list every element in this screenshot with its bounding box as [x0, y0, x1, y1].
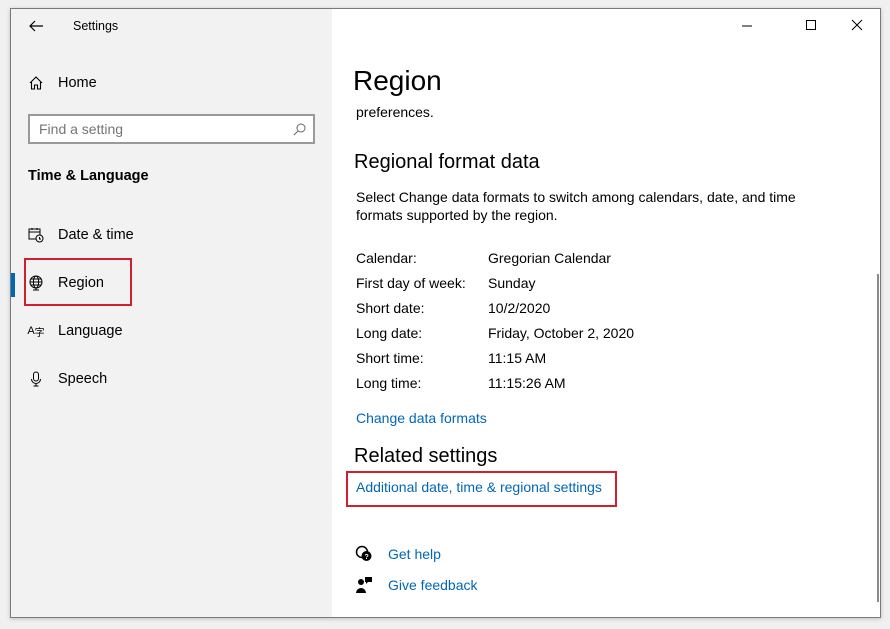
- sidebar-item-date-time[interactable]: Date & time: [11, 215, 332, 255]
- feedback-icon: [355, 576, 373, 599]
- get-help-link[interactable]: Get help: [388, 546, 441, 562]
- row-label: Short date:: [356, 300, 425, 316]
- row-label: First day of week:: [356, 275, 466, 291]
- scrollbar-thumb[interactable]: [877, 274, 879, 602]
- row-value: 10/2/2020: [488, 300, 551, 316]
- related-heading: Related settings: [354, 445, 498, 467]
- format-row: Short date: 10/2/2020: [356, 300, 550, 316]
- minimize-button[interactable]: [724, 9, 770, 41]
- search-input[interactable]: [30, 116, 280, 142]
- microphone-icon: [28, 371, 44, 387]
- close-button[interactable]: [834, 9, 880, 41]
- row-value: Gregorian Calendar: [488, 250, 611, 266]
- row-label: Short time:: [356, 350, 424, 366]
- maximize-icon: [806, 20, 816, 30]
- section-title: Time & Language: [28, 168, 149, 184]
- maximize-button[interactable]: [788, 9, 834, 41]
- format-row: Long time: 11:15:26 AM: [356, 375, 566, 391]
- get-help-icon: ?: [355, 545, 373, 568]
- language-icon: A字: [27, 325, 45, 339]
- row-value: Friday, October 2, 2020: [488, 325, 635, 341]
- page-title: Region: [353, 65, 442, 96]
- close-icon: [851, 19, 863, 31]
- format-row: Short time: 11:15 AM: [356, 350, 546, 366]
- sidebar-item-language[interactable]: A字 Language: [11, 311, 332, 351]
- sidebar-item-speech[interactable]: Speech: [11, 359, 332, 399]
- row-value: 11:15:26 AM: [488, 375, 566, 391]
- row-label: Long date:: [356, 325, 423, 341]
- settings-window: Settings Home Time & Language Date & tim…: [10, 8, 881, 618]
- sidebar-item-label: Home: [58, 75, 97, 91]
- region-highlight-box: [24, 258, 132, 306]
- format-heading: Regional format data: [354, 151, 540, 173]
- related-link-highlight-box: [346, 471, 617, 507]
- change-data-formats-link[interactable]: Change data formats: [356, 410, 487, 426]
- minimize-icon: [742, 25, 752, 27]
- back-button[interactable]: [25, 15, 47, 37]
- row-label: Calendar:: [356, 250, 417, 266]
- content-pane: Region preferences. Regional format data…: [332, 9, 880, 617]
- sidebar-item-label: Date & time: [58, 227, 134, 243]
- sidebar-item-label: Language: [58, 323, 123, 339]
- back-arrow-icon: [29, 20, 43, 32]
- row-label: Long time:: [356, 375, 422, 391]
- selected-indicator: [11, 273, 15, 297]
- search-icon[interactable]: [293, 123, 306, 136]
- row-value: 11:15 AM: [488, 350, 547, 366]
- format-row: First day of week: Sunday: [356, 275, 535, 291]
- search-box[interactable]: [28, 114, 315, 144]
- sidebar: Settings Home Time & Language Date & tim…: [11, 9, 332, 617]
- window-title: Settings: [73, 19, 119, 33]
- row-value: Sunday: [488, 275, 536, 291]
- home-icon: [28, 75, 44, 91]
- svg-text:?: ?: [365, 554, 369, 561]
- format-description: Select Change data formats to switch amo…: [356, 189, 796, 223]
- sidebar-item-label: Speech: [58, 371, 108, 387]
- sidebar-item-home[interactable]: Home: [11, 63, 332, 103]
- format-row: Long date: Friday, October 2, 2020: [356, 325, 634, 341]
- format-row: Calendar: Gregorian Calendar: [356, 250, 611, 266]
- preface-text: preferences.: [356, 104, 434, 120]
- calendar-clock-icon: [28, 227, 44, 243]
- give-feedback-link[interactable]: Give feedback: [388, 577, 478, 593]
